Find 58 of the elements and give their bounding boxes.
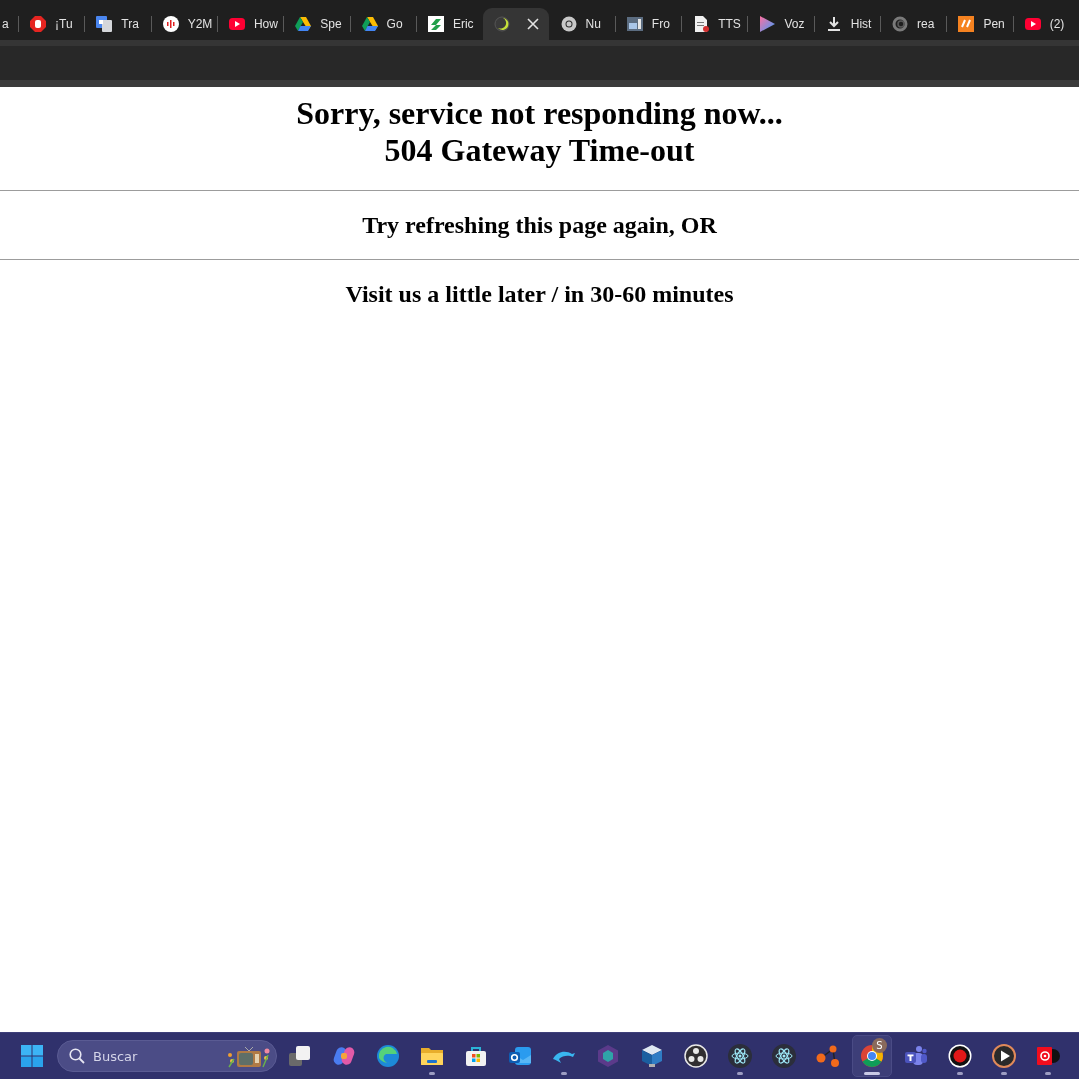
shopping-bag-icon [464, 1044, 488, 1068]
video-play-icon [1024, 16, 1041, 32]
browser-tab[interactable]: Go [350, 8, 416, 40]
browser-tab[interactable]: (2) [1013, 8, 1079, 40]
download-icon [825, 16, 842, 32]
square-logo-icon [427, 16, 444, 32]
browser-tab[interactable] [483, 8, 549, 40]
browser-tab[interactable]: Hist [814, 8, 881, 40]
browser-tab[interactable]: rea [881, 8, 947, 40]
ring-icon [892, 16, 909, 32]
browser-tab[interactable]: Spe [284, 8, 350, 40]
cube-icon [640, 1044, 664, 1068]
record-icon [948, 1044, 972, 1068]
hexagon-icon [596, 1044, 620, 1068]
translate-icon [96, 16, 113, 32]
atom-icon [728, 1044, 752, 1068]
crescent-icon [494, 16, 511, 32]
taskbar-button[interactable]: S [852, 1035, 892, 1077]
swirl-icon [332, 1044, 356, 1068]
nodes-icon [816, 1044, 840, 1068]
browser-tab[interactable]: Pen [947, 8, 1013, 40]
play-triangle-icon [759, 16, 776, 32]
browser-tab[interactable]: Fro [615, 8, 682, 40]
error-message: Sorry, service not responding now... [295, 95, 784, 132]
triangle-logo-icon [295, 16, 312, 32]
browser-tab[interactable]: Tra [85, 8, 151, 40]
overlapping-squares-icon [288, 1044, 312, 1068]
sound-wave-icon [162, 16, 179, 32]
wave-circle-icon [376, 1044, 400, 1068]
error-code: 504 Gateway Time-out [383, 132, 696, 169]
browser-tab[interactable]: Eric [416, 8, 483, 40]
circle-logo-icon [560, 16, 577, 32]
image-thumbnail-icon [626, 16, 643, 32]
browser-tab[interactable]: How [217, 8, 284, 40]
browser-tab[interactable]: Y2M [151, 8, 217, 40]
mail-icon [508, 1044, 532, 1068]
search-icon [69, 1048, 85, 1064]
atom-icon [772, 1044, 796, 1068]
disc-icon [1036, 1044, 1060, 1068]
aperture-icon [684, 1044, 708, 1068]
square-logo-icon [958, 16, 975, 32]
browser-tab[interactable]: ¡Tu [19, 8, 85, 40]
browser-tab[interactable]: Voz [748, 8, 814, 40]
later-hint: Visit us a little later / in 30-60 minutes [344, 280, 735, 308]
browser-tab[interactable]: a [0, 8, 18, 40]
document-icon [693, 16, 710, 32]
browser-tab[interactable]: TTS [682, 8, 748, 40]
close-icon[interactable] [526, 18, 539, 30]
browser-tab[interactable]: Nu [549, 8, 615, 40]
stop-sign-icon [30, 16, 46, 32]
search-field[interactable]: Buscar [57, 1040, 277, 1072]
retry-hint: Try refreshing this page again, OR [361, 211, 718, 239]
notification-badge: S [872, 1038, 887, 1053]
people-icon [904, 1044, 928, 1068]
four-squares-icon [21, 1045, 43, 1067]
triangle-logo-icon [361, 16, 378, 32]
play-circle-icon [992, 1044, 1016, 1068]
video-play-icon [228, 16, 245, 32]
